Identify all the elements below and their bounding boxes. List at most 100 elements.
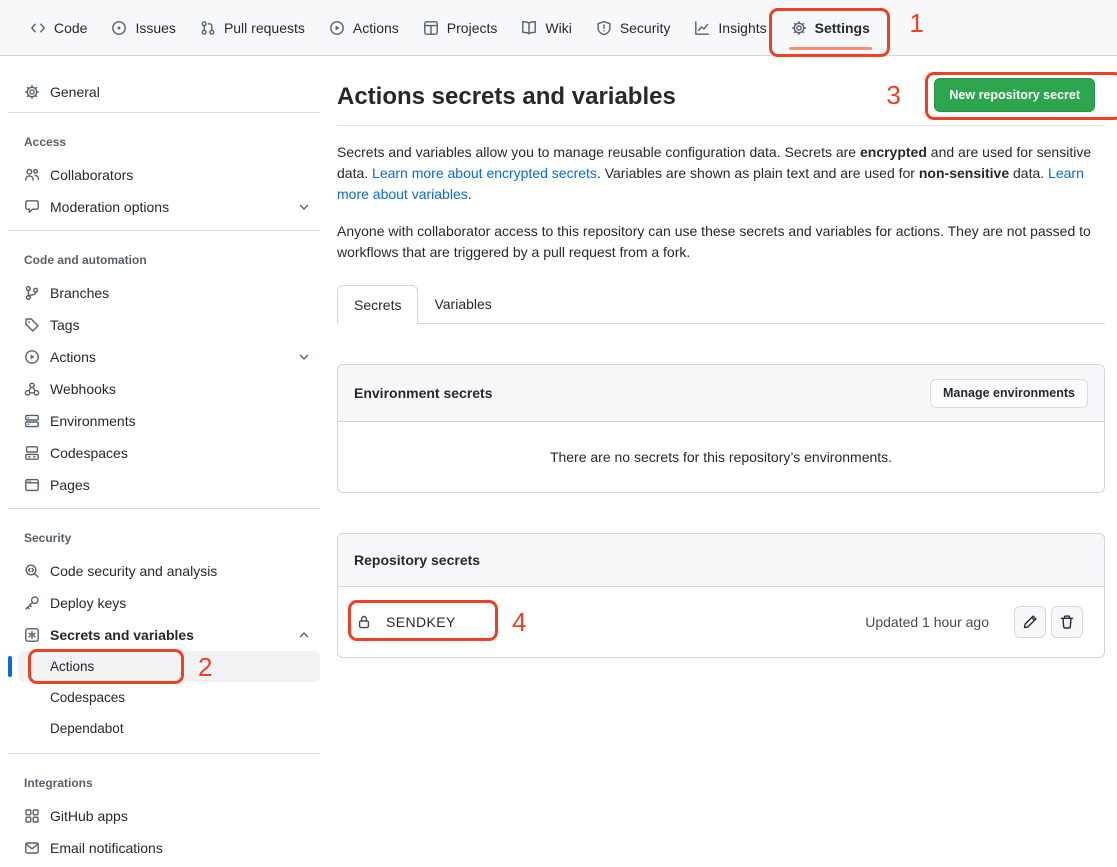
description-text: . <box>468 186 472 202</box>
sidebar-divider <box>8 753 320 754</box>
nav-tab-wiki[interactable]: Wiki <box>511 13 581 43</box>
sidebar-item-general[interactable]: General <box>8 76 320 108</box>
sidebar-subitem-actions-secrets[interactable]: Actions 2 <box>18 651 320 682</box>
nav-tab-label: Wiki <box>545 20 571 36</box>
sidebar-item-label: Actions <box>50 349 96 365</box>
sidebar-item-pages[interactable]: Pages <box>8 469 320 501</box>
description-paragraph-2: Anyone with collaborator access to this … <box>337 221 1105 263</box>
active-tab-underline <box>789 47 872 50</box>
new-repository-secret-button[interactable]: New repository secret <box>934 78 1095 112</box>
sidebar-item-tags[interactable]: Tags <box>8 309 320 341</box>
gear-icon <box>791 20 807 36</box>
description-text: data. <box>1009 165 1048 181</box>
nav-tab-label: Pull requests <box>224 20 305 36</box>
sidebar-item-label: Moderation options <box>50 199 169 215</box>
graph-icon <box>694 20 710 36</box>
sidebar-item-github-apps[interactable]: GitHub apps <box>8 800 320 832</box>
environment-secrets-title: Environment secrets <box>354 385 493 401</box>
sidebar-item-webhooks[interactable]: Webhooks <box>8 373 320 405</box>
server-icon <box>24 413 40 429</box>
description-text: . Variables are shown as plain text and … <box>597 165 919 181</box>
nav-tab-label: Security <box>620 20 671 36</box>
sidebar-item-environments[interactable]: Environments <box>8 405 320 437</box>
annotation-number-1: 1 <box>909 10 923 36</box>
nav-tab-label: Settings <box>815 20 870 36</box>
sidebar-section-access: Access <box>0 135 330 149</box>
sidebar-item-deploy-keys[interactable]: Deploy keys <box>8 587 320 619</box>
sidebar-item-label: Webhooks <box>50 381 116 397</box>
nav-tab-settings[interactable]: Settings 1 <box>781 13 880 43</box>
sidebar-item-code-security[interactable]: Code security and analysis <box>8 555 320 587</box>
sidebar-divider <box>8 508 320 509</box>
page-header: Actions secrets and variables New reposi… <box>337 57 1105 126</box>
sidebar-subitem-dependabot-secrets[interactable]: Dependabot <box>8 713 320 744</box>
delete-secret-button[interactable] <box>1051 606 1083 638</box>
tab-variables[interactable]: Variables <box>418 285 507 323</box>
sidebar-item-label: Secrets and variables <box>50 627 194 643</box>
chevron-down-icon <box>296 199 312 215</box>
sidebar-item-label: Collaborators <box>50 167 133 183</box>
sidebar-item-label: Code security and analysis <box>50 563 217 579</box>
secret-asterisk-icon <box>24 627 40 643</box>
shield-icon <box>596 20 612 36</box>
sidebar-item-actions[interactable]: Actions <box>8 341 320 373</box>
people-icon <box>24 167 40 183</box>
sidebar-item-moderation-options[interactable]: Moderation options <box>8 191 320 223</box>
lock-icon <box>356 614 372 630</box>
nav-tab-security[interactable]: Security <box>586 13 681 43</box>
description-paragraph-1: Secrets and variables allow you to manag… <box>337 142 1105 205</box>
git-branch-icon <box>24 285 40 301</box>
sidebar-subitem-codespaces-secrets[interactable]: Codespaces <box>8 682 320 713</box>
trash-icon <box>1059 614 1075 630</box>
tag-icon <box>24 317 40 333</box>
issue-opened-icon <box>111 20 127 36</box>
sidebar-item-label: GitHub apps <box>50 808 128 824</box>
nav-tab-code[interactable]: Code <box>20 13 97 43</box>
webhook-icon <box>24 381 40 397</box>
sidebar-section-code-automation: Code and automation <box>0 253 330 267</box>
key-icon <box>24 595 40 611</box>
secrets-variables-tabnav: Secrets Variables <box>337 285 1105 324</box>
nav-tab-label: Issues <box>135 20 175 36</box>
annotation-number-4: 4 <box>512 609 526 635</box>
nav-tab-insights[interactable]: Insights <box>684 13 776 43</box>
nav-tab-pull-requests[interactable]: Pull requests <box>190 13 315 43</box>
description-bold: non-sensitive <box>919 165 1009 181</box>
sidebar-item-label: Email notifications <box>50 840 163 856</box>
sidebar-item-email-notifications[interactable]: Email notifications <box>8 832 320 864</box>
sidebar-item-label: General <box>50 84 100 100</box>
nav-tab-label: Code <box>54 20 87 36</box>
sidebar-item-branches[interactable]: Branches <box>8 277 320 309</box>
tab-secrets[interactable]: Secrets <box>337 285 418 324</box>
nav-tab-issues[interactable]: Issues <box>101 13 185 43</box>
book-icon <box>521 20 537 36</box>
nav-tab-actions[interactable]: Actions <box>319 13 409 43</box>
secret-row-sendkey: SENDKEY 4 Updated 1 hour ago <box>338 587 1104 657</box>
nav-tab-label: Actions <box>353 20 399 36</box>
description-bold: encrypted <box>860 144 927 160</box>
nav-tab-projects[interactable]: Projects <box>413 13 508 43</box>
sidebar-divider <box>8 112 320 113</box>
browser-icon <box>24 477 40 493</box>
code-scan-icon <box>24 563 40 579</box>
sidebar-item-collaborators[interactable]: Collaborators <box>8 159 320 191</box>
annotation-number-3: 3 <box>886 82 900 108</box>
edit-secret-button[interactable] <box>1014 606 1046 638</box>
secret-updated-timestamp: Updated 1 hour ago <box>865 614 989 630</box>
mail-icon <box>24 840 40 856</box>
sidebar-item-secrets-and-variables[interactable]: Secrets and variables <box>8 619 320 651</box>
git-pull-request-icon <box>200 20 216 36</box>
sidebar-item-codespaces[interactable]: Codespaces <box>8 437 320 469</box>
sidebar-item-label: Tags <box>50 317 80 333</box>
repository-secrets-panel: Repository secrets SENDKEY 4 Updated 1 h… <box>337 533 1105 658</box>
annotation-number-2: 2 <box>198 654 212 680</box>
secret-name: SENDKEY <box>386 614 456 630</box>
sidebar-item-label: Actions <box>50 659 94 674</box>
repo-nav: Code Issues Pull requests Actions Projec… <box>0 0 1117 56</box>
repository-secrets-title: Repository secrets <box>354 552 480 568</box>
sidebar-section-security: Security <box>0 531 330 545</box>
play-icon <box>329 20 345 36</box>
learn-more-encrypted-secrets-link[interactable]: Learn more about encrypted secrets <box>372 165 597 181</box>
manage-environments-button[interactable]: Manage environments <box>930 379 1088 408</box>
sidebar-divider <box>8 230 320 231</box>
